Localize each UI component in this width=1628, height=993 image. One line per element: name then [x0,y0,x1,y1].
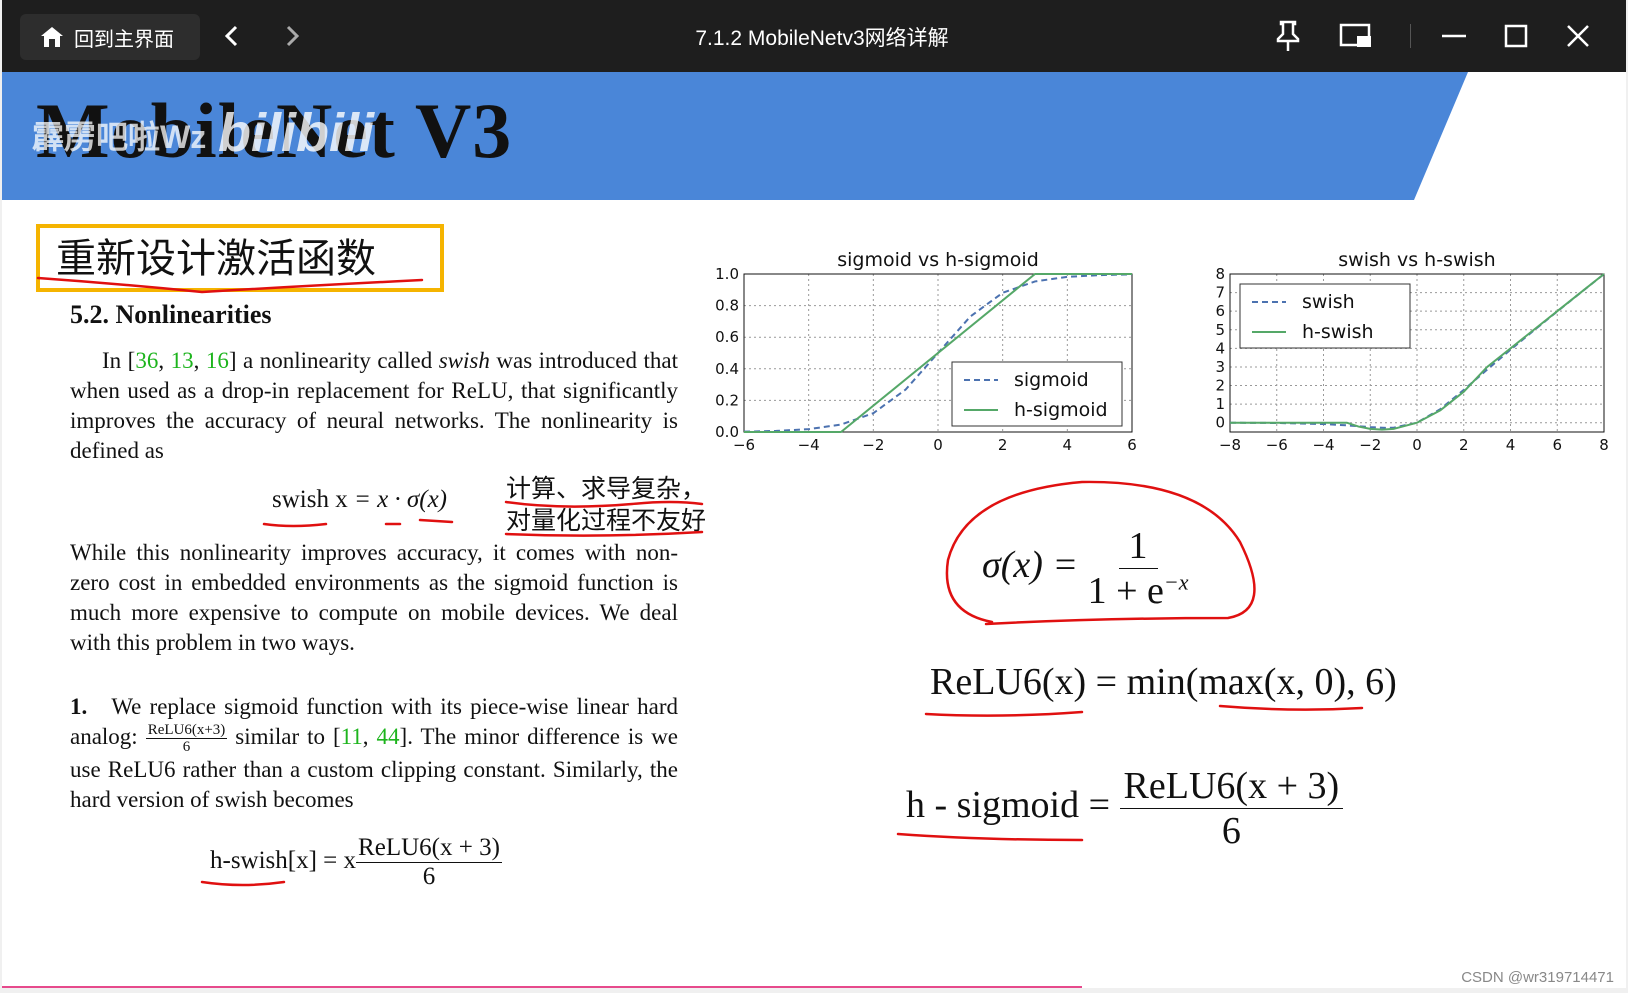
home-label: 回到主界面 [74,28,174,51]
x-tick-label: 4 [1063,436,1073,454]
annotation-line-2: 对量化过程不友好 [506,508,707,535]
y-tick-label: 5 [1215,321,1225,339]
back-icon[interactable] [214,18,250,54]
sigmoid-fraction: 1 1 + e−x [1088,524,1189,613]
close-icon[interactable] [1558,16,1598,56]
sigmoid-lhs: σ(x) = [982,544,1079,587]
x-tick-label: −4 [1312,436,1334,454]
item-fraction: ReLU6(x+3) 6 [145,722,228,756]
legend-label: h-sigmoid [1014,399,1108,421]
title-bar: 回到主界面 7.1.2 MobileNetv3网络详解 [2,0,1626,72]
sigmoid-formula: σ(x) = 1 1 + e−x [982,524,1188,613]
citation-link[interactable]: 44 [377,724,400,749]
legend-label: sigmoid [1014,369,1089,391]
bilibili-logo: bilibili [218,103,374,163]
y-tick-label: 6 [1215,302,1225,320]
eq2-numerator: ReLU6(x + 3) [356,834,502,863]
para1-text: ] a nonlinearity called [228,348,439,373]
x-tick-label: 2 [998,436,1008,454]
y-tick-label: 0.0 [715,423,739,441]
eq2-lhs: h-swish[x] = x [210,847,357,875]
slide-content: MobileNet V3 霹雳吧啦Wz bilibili 重新设计激活函数 5.… [2,72,1626,988]
x-tick-label: −2 [1359,436,1381,454]
annotation-note: 计算、求导复杂， 对量化过程不友好 [506,474,706,538]
section-title: 重新设计激活函数 [56,236,376,281]
swish-term: swish [438,348,490,373]
eq1-rhs: = x · σ(x) [347,486,448,513]
x-tick-label: −6 [1266,436,1288,454]
paper-heading: 5.2. Nonlinearities [70,300,272,329]
y-tick-label: 4 [1215,339,1225,357]
annotation-line-1: 计算、求导复杂， [506,476,707,503]
x-tick-label: −4 [798,436,820,454]
x-tick-label: −8 [1219,436,1241,454]
y-tick-label: 1.0 [715,265,739,283]
sigmoid-numerator: 1 [1118,524,1158,569]
home-icon [38,23,66,51]
toolbar-separator [1410,24,1411,48]
citation-link[interactable]: 11 [341,724,363,749]
h-swish-equation: h-swish[x] = x ReLU6(x + 3) 6 [210,834,502,891]
maximize-icon[interactable] [1496,16,1536,56]
window-title: 7.1.2 MobileNetv3网络详解 [695,27,949,50]
y-tick-label: 0.2 [715,391,739,409]
chart-title: sigmoid vs h-sigmoid [837,249,1039,271]
forward-icon[interactable] [274,18,310,54]
x-tick-label: 4 [1506,436,1516,454]
paper-paragraph-2: While this nonlinearity improves accurac… [70,540,678,655]
item-text: similar to [ [227,724,341,749]
sigmoid-denominator: 1 + e−x [1088,569,1189,613]
player-window: 回到主界面 7.1.2 MobileNetv3网络详解 MobileNet V3… [2,0,1626,988]
x-tick-label: 0 [933,436,943,454]
x-tick-label: 6 [1127,436,1137,454]
y-tick-label: 3 [1215,358,1225,376]
h-sigmoid-numerator: ReLU6(x + 3) [1119,764,1344,809]
para1-text: In [ [102,348,136,373]
relu6-formula: ReLU6(x) = min(max(x, 0), 6) [930,661,1397,703]
y-tick-label: 7 [1215,284,1225,302]
y-tick-label: 0.4 [715,360,739,378]
y-tick-label: 0.8 [715,297,739,315]
swish-equation: swish x = x · σ(x) [272,486,447,514]
eq2-denominator: 6 [422,863,436,890]
x-tick-label: 0 [1412,436,1422,454]
fraction-denominator: 6 [182,739,191,756]
progress-bar [2,986,1082,988]
eq1-lhs: swish x [272,486,348,513]
y-tick-label: 8 [1215,265,1225,283]
h-sigmoid-formula: h - sigmoid = ReLU6(x + 3) 6 [906,764,1344,853]
y-tick-label: 0.6 [715,328,739,346]
pin-icon[interactable] [1268,16,1308,56]
pip-icon[interactable] [1336,16,1376,56]
h-sigmoid-lhs: h - sigmoid = [906,784,1111,827]
legend-label: h-swish [1302,321,1374,343]
citation-link[interactable]: 13 [171,348,194,373]
paper-paragraph-1: In [36, 13, 16] a nonlinearity called sw… [70,348,678,463]
watermark-text: 霹雳吧啦Wz [32,119,207,155]
eq2-fraction: ReLU6(x + 3) 6 [356,834,502,891]
legend-label: swish [1302,291,1355,313]
citation-link[interactable]: 36 [135,348,158,373]
item-number: 1. [70,694,88,719]
source-watermark: CSDN @wr319714471 [1461,969,1614,986]
y-tick-label: 1 [1215,395,1225,413]
minimize-icon[interactable] [1434,16,1474,56]
x-tick-label: −2 [862,436,884,454]
x-tick-label: 8 [1599,436,1609,454]
y-tick-label: 0 [1215,414,1225,432]
swish-chart: swish vs h-swish−8 −6 −4 −2 0 2 4 6 8012345678sw… [1215,249,1609,454]
sigmoid-chart: sigmoid vs h-sigmoid−6 −4 −2 0 2 4 60.00.20.40… [715,249,1137,454]
home-button[interactable]: 回到主界面 [20,14,200,60]
x-tick-label: 6 [1552,436,1562,454]
sigmoid-exponent: −x [1163,569,1189,595]
sigmoid-den-base: 1 + e [1087,570,1164,612]
paper-item-1: 1. We replace sigmoid function with its … [70,694,679,813]
h-sigmoid-fraction: ReLU6(x + 3) 6 [1119,764,1344,853]
y-tick-label: 2 [1215,377,1225,395]
chart-title: swish vs h-swish [1338,249,1495,271]
fraction-numerator: ReLU6(x+3) [145,722,228,740]
h-sigmoid-denominator: 6 [1221,810,1241,852]
citation-link[interactable]: 16 [206,348,229,373]
x-tick-label: 2 [1459,436,1469,454]
